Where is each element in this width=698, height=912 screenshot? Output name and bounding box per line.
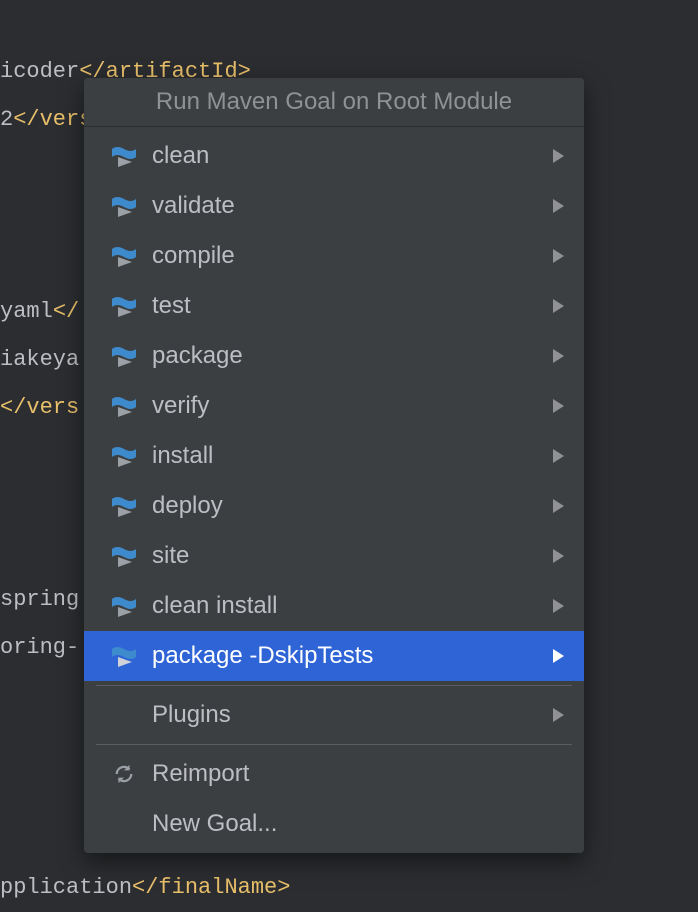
submenu-arrow-icon bbox=[553, 349, 564, 363]
maven-run-icon bbox=[110, 645, 138, 667]
menu-item-label: clean install bbox=[152, 592, 539, 620]
menu-item-clean-install[interactable]: clean install bbox=[84, 581, 584, 631]
submenu-arrow-icon bbox=[553, 499, 564, 513]
menu-item-label: New Goal... bbox=[152, 810, 564, 838]
menu-item-label: package -DskipTests bbox=[152, 642, 539, 670]
menu-item-label: clean bbox=[152, 142, 539, 170]
menu-item-install[interactable]: install bbox=[84, 431, 584, 481]
menu-item-label: package bbox=[152, 342, 539, 370]
menu-item-label: Plugins bbox=[152, 701, 539, 729]
submenu-arrow-icon bbox=[553, 149, 564, 163]
menu-goals-list: clean validate compile test bbox=[84, 127, 584, 853]
maven-run-icon bbox=[110, 195, 138, 217]
refresh-icon bbox=[110, 763, 138, 785]
menu-item-new-goal[interactable]: New Goal... bbox=[84, 799, 584, 849]
menu-item-reimport[interactable]: Reimport bbox=[84, 749, 584, 799]
maven-run-icon bbox=[110, 395, 138, 417]
menu-separator bbox=[96, 685, 572, 686]
menu-item-verify[interactable]: verify bbox=[84, 381, 584, 431]
maven-run-icon bbox=[110, 295, 138, 317]
submenu-arrow-icon bbox=[553, 299, 564, 313]
menu-item-label: install bbox=[152, 442, 539, 470]
menu-item-package[interactable]: package bbox=[84, 331, 584, 381]
menu-item-clean[interactable]: clean bbox=[84, 131, 584, 181]
icon-placeholder bbox=[110, 813, 138, 835]
menu-item-label: verify bbox=[152, 392, 539, 420]
maven-run-icon bbox=[110, 145, 138, 167]
menu-item-compile[interactable]: compile bbox=[84, 231, 584, 281]
menu-item-deploy[interactable]: deploy bbox=[84, 481, 584, 531]
icon-placeholder bbox=[110, 704, 138, 726]
menu-item-label: Reimport bbox=[152, 760, 564, 788]
submenu-arrow-icon bbox=[553, 249, 564, 263]
menu-item-label: compile bbox=[152, 242, 539, 270]
maven-run-icon bbox=[110, 245, 138, 267]
maven-context-menu: Run Maven Goal on Root Module clean vali… bbox=[84, 78, 584, 853]
menu-separator bbox=[96, 744, 572, 745]
submenu-arrow-icon bbox=[553, 549, 564, 563]
maven-run-icon bbox=[110, 345, 138, 367]
maven-run-icon bbox=[110, 545, 138, 567]
submenu-arrow-icon bbox=[553, 649, 564, 663]
submenu-arrow-icon bbox=[553, 599, 564, 613]
menu-item-package-skiptests[interactable]: package -DskipTests bbox=[84, 631, 584, 681]
menu-item-label: deploy bbox=[152, 492, 539, 520]
menu-item-label: validate bbox=[152, 192, 539, 220]
menu-item-label: site bbox=[152, 542, 539, 570]
maven-run-icon bbox=[110, 595, 138, 617]
menu-title: Run Maven Goal on Root Module bbox=[84, 78, 584, 127]
submenu-arrow-icon bbox=[553, 199, 564, 213]
maven-run-icon bbox=[110, 445, 138, 467]
menu-item-plugins[interactable]: Plugins bbox=[84, 690, 584, 740]
submenu-arrow-icon bbox=[553, 399, 564, 413]
menu-item-site[interactable]: site bbox=[84, 531, 584, 581]
submenu-arrow-icon bbox=[553, 449, 564, 463]
maven-run-icon bbox=[110, 495, 138, 517]
submenu-arrow-icon bbox=[553, 708, 564, 722]
menu-item-test[interactable]: test bbox=[84, 281, 584, 331]
menu-item-validate[interactable]: validate bbox=[84, 181, 584, 231]
menu-item-label: test bbox=[152, 292, 539, 320]
